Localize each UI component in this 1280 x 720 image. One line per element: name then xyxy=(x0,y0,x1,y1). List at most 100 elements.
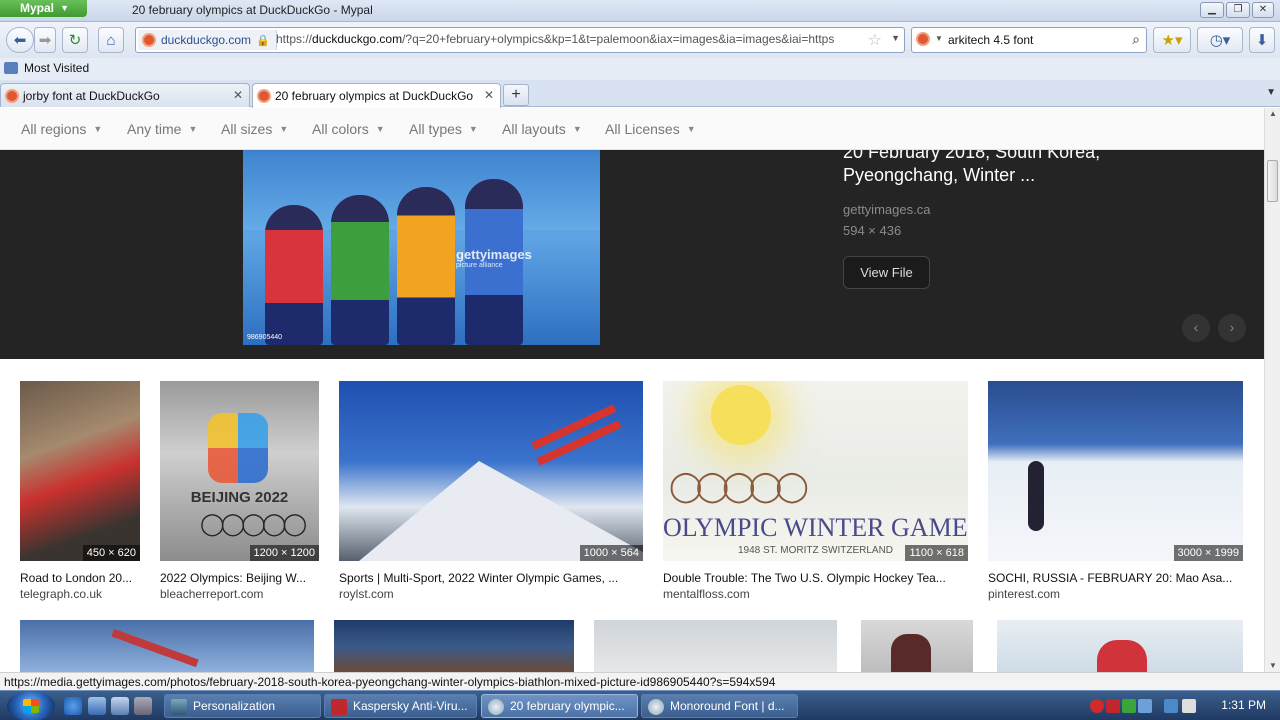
filter-type[interactable]: All types ▼ xyxy=(409,121,478,137)
app-menu-button[interactable]: Mypal ▼ xyxy=(0,0,87,17)
downloads-button[interactable]: ⬇ xyxy=(1249,27,1275,53)
home-button[interactable]: ⌂ xyxy=(98,27,124,53)
scrollbar-thumb[interactable] xyxy=(1267,160,1278,202)
close-tab-icon[interactable]: ✕ xyxy=(484,88,494,102)
search-engine-icon[interactable] xyxy=(916,32,930,46)
folder-icon xyxy=(4,62,18,74)
previous-image-button[interactable]: ‹ xyxy=(1182,314,1210,342)
result-thumbnail[interactable]: 450 × 620 xyxy=(20,381,140,561)
tab-jorby-font[interactable]: jorby font at DuckDuckGo ✕ xyxy=(0,83,250,107)
detail-image[interactable]: gettyimages picture alliance 986905440 xyxy=(243,150,600,345)
bookmark-star-icon[interactable]: ☆ xyxy=(868,30,882,50)
security-check-icon[interactable] xyxy=(1122,699,1136,713)
display-icon[interactable] xyxy=(1164,699,1178,713)
image-result[interactable]: 450 × 620 Road to London 20... telegraph… xyxy=(20,381,140,601)
url-bar[interactable]: duckduckgo.com 🔒 https://duckduckgo.com/… xyxy=(135,27,905,53)
search-bar[interactable]: ▼ arkitech 4.5 font ⌕ xyxy=(911,27,1147,53)
back-button[interactable]: ⬅ xyxy=(6,27,34,53)
result-source[interactable]: roylst.com xyxy=(339,587,643,601)
bookmark-most-visited[interactable]: Most Visited xyxy=(4,61,89,75)
scroll-down-arrow-icon[interactable]: ▼ xyxy=(1269,661,1277,670)
close-button[interactable]: ✕ xyxy=(1252,2,1274,18)
image-result-thumbnail[interactable] xyxy=(20,620,314,672)
result-thumbnail[interactable]: ◯◯◯◯◯ OLYMPIC WINTER GAMES 1948 ST. MORI… xyxy=(663,381,968,561)
chevron-down-icon[interactable]: ▼ xyxy=(935,34,943,43)
close-tab-icon[interactable]: ✕ xyxy=(233,88,243,102)
image-result-thumbnail[interactable] xyxy=(997,620,1243,672)
result-title[interactable]: Double Trouble: The Two U.S. Olympic Hoc… xyxy=(663,571,968,585)
download-arrow-icon: ⬇ xyxy=(1255,32,1269,49)
url-history-dropdown-icon[interactable]: ▼ xyxy=(891,33,900,43)
list-all-tabs-button[interactable]: ▼ xyxy=(1266,87,1276,98)
taskbar-item-kaspersky[interactable]: Kaspersky Anti-Viru... xyxy=(324,694,477,718)
url-prefix: https:// xyxy=(276,32,313,46)
task-label: Monoround Font | d... xyxy=(670,699,785,713)
result-source[interactable]: mentalfloss.com xyxy=(663,587,968,601)
result-thumbnail[interactable]: 1000 × 564 xyxy=(339,381,643,561)
taskbar-item-mypal-ddg[interactable]: 20 february olympic... xyxy=(481,694,638,718)
olympic-rings-icon: ◯◯◯◯◯ xyxy=(669,470,809,503)
kaspersky-protection-icon[interactable] xyxy=(1106,699,1120,713)
history-button[interactable]: ◷▾ xyxy=(1197,27,1243,53)
filter-size[interactable]: All sizes ▼ xyxy=(221,121,288,137)
result-title[interactable]: 2022 Olympics: Beijing W... xyxy=(160,571,319,585)
start-button[interactable] xyxy=(7,691,55,720)
tab-20-february-olympics[interactable]: 20 february olympics at DuckDuckGo ✕ xyxy=(252,83,501,108)
switch-windows-icon[interactable] xyxy=(111,697,129,715)
result-title[interactable]: Sports | Multi-Sport, 2022 Winter Olympi… xyxy=(339,571,643,585)
result-thumbnail[interactable]: 3000 × 1999 xyxy=(988,381,1243,561)
filter-layout[interactable]: All layouts ▼ xyxy=(502,121,582,137)
navigation-toolbar: ⬅ ➡ ↻ ⌂ duckduckgo.com 🔒 https://duckduc… xyxy=(0,22,1280,58)
image-result[interactable]: ◯◯◯◯◯ OLYMPIC WINTER GAMES 1948 ST. MORI… xyxy=(663,381,968,601)
filter-label: All layouts xyxy=(502,121,566,137)
clock-icon: ◷▾ xyxy=(1209,32,1231,49)
system-clock[interactable]: 1:31 PM xyxy=(1221,698,1266,712)
task-label: 20 february olympic... xyxy=(510,699,625,713)
result-title[interactable]: SOCHI, RUSSIA - FEBRUARY 20: Mao Asa... xyxy=(988,571,1243,585)
show-desktop-icon[interactable] xyxy=(88,697,106,715)
minimize-button[interactable]: ▁ xyxy=(1200,2,1224,18)
result-thumbnail[interactable]: BEIJING 2022 ◯◯◯◯◯ 1200 × 1200 xyxy=(160,381,319,561)
internet-explorer-icon[interactable] xyxy=(64,697,82,715)
view-file-button[interactable]: View File xyxy=(843,256,930,289)
filter-label: All regions xyxy=(21,121,87,137)
new-tab-button[interactable]: + xyxy=(503,84,529,106)
image-result[interactable]: BEIJING 2022 ◯◯◯◯◯ 1200 × 1200 2022 Olym… xyxy=(160,381,319,601)
filter-color[interactable]: All colors ▼ xyxy=(312,121,385,137)
maximize-button[interactable]: ❐ xyxy=(1226,2,1250,18)
result-source[interactable]: bleacherreport.com xyxy=(160,587,319,601)
taskbar-item-monoround[interactable]: Monoround Font | d... xyxy=(641,694,798,718)
quick-launch-app-icon[interactable] xyxy=(134,697,152,715)
skater-figure xyxy=(1028,461,1044,531)
image-result-thumbnail[interactable] xyxy=(594,620,837,672)
url-host: duckduckgo.com xyxy=(312,32,403,46)
result-source[interactable]: pinterest.com xyxy=(988,587,1243,601)
duckduckgo-favicon-icon xyxy=(257,89,271,103)
detail-source[interactable]: gettyimages.ca xyxy=(843,202,930,217)
image-result[interactable]: 1000 × 564 Sports | Multi-Sport, 2022 Wi… xyxy=(339,381,643,601)
url-text[interactable]: https://duckduckgo.com/?q=20+february+ol… xyxy=(276,32,861,46)
network-icon[interactable] xyxy=(1138,699,1152,713)
result-source[interactable]: telegraph.co.uk xyxy=(20,587,140,601)
filter-time[interactable]: Any time ▼ xyxy=(127,121,197,137)
scroll-up-arrow-icon[interactable]: ▲ xyxy=(1269,109,1277,118)
vertical-scrollbar[interactable]: ▲ ▼ xyxy=(1264,108,1280,672)
bookmarks-menu-button[interactable]: ★▾ xyxy=(1153,27,1191,53)
site-identity-button[interactable]: duckduckgo.com 🔒 xyxy=(138,30,277,50)
image-result-thumbnail[interactable] xyxy=(861,620,973,672)
image-result[interactable]: 3000 × 1999 SOCHI, RUSSIA - FEBRUARY 20:… xyxy=(988,381,1243,601)
result-title[interactable]: Road to London 20... xyxy=(20,571,140,585)
taskbar-item-personalization[interactable]: Personalization xyxy=(164,694,321,718)
caret-down-icon: ▼ xyxy=(468,124,478,134)
reload-button[interactable]: ↻ xyxy=(62,27,88,53)
filter-region[interactable]: All regions ▼ xyxy=(21,121,102,137)
forward-button[interactable]: ➡ xyxy=(34,27,56,53)
search-input[interactable]: arkitech 4.5 font xyxy=(948,33,1033,47)
watermark-subtext: picture alliance xyxy=(456,262,503,269)
kaspersky-tray-icon[interactable] xyxy=(1090,699,1104,713)
volume-muted-icon[interactable] xyxy=(1182,699,1196,713)
filter-license[interactable]: All Licenses ▼ xyxy=(605,121,696,137)
next-image-button[interactable]: › xyxy=(1218,314,1246,342)
search-icon[interactable]: ⌕ xyxy=(1132,31,1140,48)
image-result-thumbnail[interactable] xyxy=(334,620,574,672)
